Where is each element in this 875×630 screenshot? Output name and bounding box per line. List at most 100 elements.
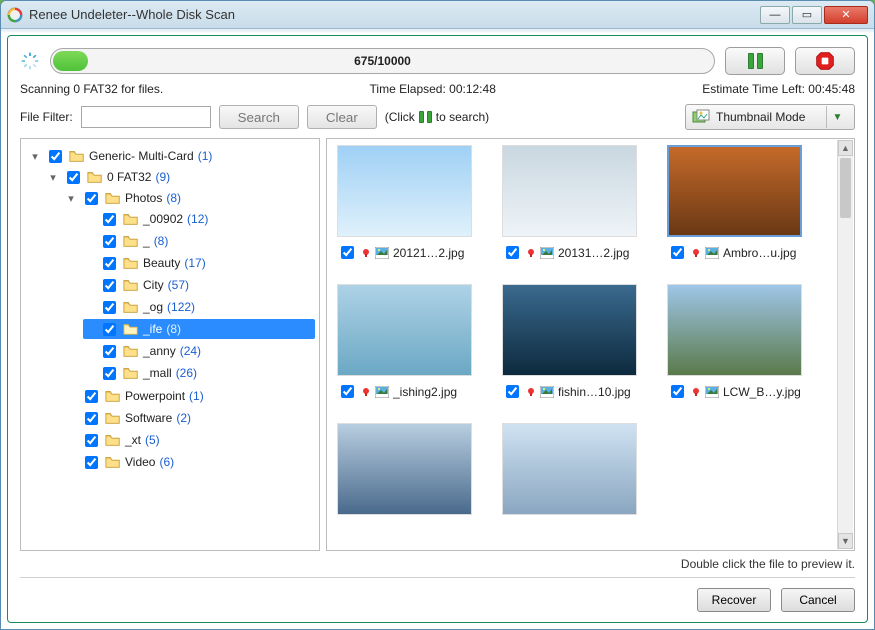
thumbnail-item[interactable]: 20131…2.jpg bbox=[502, 145, 637, 262]
progress-fill bbox=[53, 51, 88, 71]
cancel-button[interactable]: Cancel bbox=[781, 588, 855, 612]
loading-spinner-icon bbox=[20, 51, 40, 71]
scroll-up-icon[interactable]: ▲ bbox=[838, 140, 853, 156]
tree-checkbox[interactable] bbox=[85, 456, 98, 469]
thumb-checkbox[interactable] bbox=[506, 385, 519, 398]
preview-hint: Double click the file to preview it. bbox=[20, 551, 855, 573]
thumbnail-item[interactable]: _ishing2.jpg bbox=[337, 284, 472, 401]
tree-node-child[interactable]: _og (122) bbox=[83, 297, 315, 317]
minimize-button[interactable]: — bbox=[760, 6, 790, 24]
tree-expander-icon[interactable]: ▾ bbox=[29, 150, 41, 163]
tree-checkbox[interactable] bbox=[67, 171, 80, 184]
thumbnail-item[interactable]: LCW_B…y.jpg bbox=[667, 284, 802, 401]
thumbnail-caption: LCW_B…y.jpg bbox=[667, 382, 802, 401]
filter-input[interactable] bbox=[81, 106, 211, 128]
clear-button[interactable]: Clear bbox=[307, 105, 377, 129]
tree-node-photos[interactable]: ▾Photos (8) bbox=[65, 188, 315, 208]
picture-icon bbox=[375, 386, 389, 398]
tree-node-fat[interactable]: ▾0 FAT32 (9) bbox=[47, 167, 315, 187]
thumb-checkbox[interactable] bbox=[341, 246, 354, 259]
picture-icon bbox=[705, 247, 719, 259]
picture-icon bbox=[540, 386, 554, 398]
pin-icon bbox=[361, 248, 371, 258]
picture-icon bbox=[705, 386, 719, 398]
tree-checkbox[interactable] bbox=[103, 301, 116, 314]
tree-expander-icon[interactable]: ▾ bbox=[65, 192, 77, 205]
thumbnail-image bbox=[337, 145, 472, 237]
tree-checkbox[interactable] bbox=[103, 235, 116, 248]
window-controls: — ▭ ✕ bbox=[760, 6, 868, 24]
view-mode-toggle[interactable]: Thumbnail Mode ▼ bbox=[685, 104, 855, 130]
maximize-button[interactable]: ▭ bbox=[792, 6, 822, 24]
thumb-scrollbar[interactable]: ▲ ▼ bbox=[837, 140, 853, 549]
search-hint: (Click to search) bbox=[385, 110, 677, 124]
tree-node-root[interactable]: ▾Generic- Multi-Card (1) bbox=[29, 146, 315, 166]
thumbnail-caption: 20131…2.jpg bbox=[502, 243, 637, 262]
tree-checkbox[interactable] bbox=[103, 367, 116, 380]
thumbnail-item[interactable]: fishin…10.jpg bbox=[502, 284, 637, 401]
progress-text: 675/10000 bbox=[354, 54, 411, 68]
tree-checkbox[interactable] bbox=[103, 279, 116, 292]
thumbnail-item[interactable] bbox=[337, 423, 472, 515]
thumbnail-image bbox=[502, 423, 637, 515]
tree-expander-icon[interactable]: ▾ bbox=[47, 171, 59, 184]
tree-checkbox[interactable] bbox=[103, 323, 116, 336]
thumb-checkbox[interactable] bbox=[506, 246, 519, 259]
filter-row: File Filter: Search Clear (Click to sear… bbox=[20, 104, 855, 130]
thumbnail-caption: 20121…2.jpg bbox=[337, 243, 472, 262]
tree-node-child[interactable]: _00902 (12) bbox=[83, 209, 315, 229]
thumbnail-image bbox=[667, 284, 802, 376]
tree-node-child[interactable]: City (57) bbox=[83, 275, 315, 295]
time-estimate: Estimate Time Left: 00:45:48 bbox=[702, 82, 855, 96]
tree-node-sibling[interactable]: Powerpoint (1) bbox=[65, 386, 315, 406]
recover-button[interactable]: Recover bbox=[697, 588, 771, 612]
thumbnail-filename: 20121…2.jpg bbox=[393, 246, 472, 260]
tree-node-child[interactable]: _anny (24) bbox=[83, 341, 315, 361]
thumbnail-item[interactable]: 20121…2.jpg bbox=[337, 145, 472, 262]
tree-checkbox[interactable] bbox=[103, 345, 116, 358]
thumbnail-item[interactable] bbox=[502, 423, 637, 515]
thumb-checkbox[interactable] bbox=[341, 385, 354, 398]
pin-icon bbox=[691, 248, 701, 258]
tree-checkbox[interactable] bbox=[85, 192, 98, 205]
window-title: Renee Undeleter--Whole Disk Scan bbox=[29, 7, 760, 22]
scroll-handle[interactable] bbox=[840, 158, 851, 218]
thumbnail-icon bbox=[692, 109, 710, 125]
search-button[interactable]: Search bbox=[219, 105, 299, 129]
scroll-down-icon[interactable]: ▼ bbox=[838, 533, 853, 549]
thumbnail-caption: Ambro…u.jpg bbox=[667, 243, 802, 262]
thumbnail-filename: 20131…2.jpg bbox=[558, 246, 637, 260]
thumb-checkbox[interactable] bbox=[671, 246, 684, 259]
tree-node-sibling[interactable]: _xt (5) bbox=[65, 430, 315, 450]
stop-button[interactable] bbox=[795, 47, 855, 75]
pin-icon bbox=[526, 387, 536, 397]
folder-tree[interactable]: ▾Generic- Multi-Card (1)▾0 FAT32 (9)▾Pho… bbox=[25, 145, 315, 475]
progress-bar: 675/10000 bbox=[50, 48, 715, 74]
pause-button[interactable] bbox=[725, 47, 785, 75]
tree-checkbox[interactable] bbox=[103, 213, 116, 226]
view-mode-dropdown-icon: ▼ bbox=[826, 106, 848, 128]
tree-checkbox[interactable] bbox=[85, 390, 98, 403]
pause-icon bbox=[748, 53, 763, 69]
tree-node-child[interactable]: _ife (8) bbox=[83, 319, 315, 339]
tree-node-child[interactable]: Beauty (17) bbox=[83, 253, 315, 273]
thumbnail-caption: fishin…10.jpg bbox=[502, 382, 637, 401]
stop-icon bbox=[815, 51, 835, 71]
titlebar: Renee Undeleter--Whole Disk Scan — ▭ ✕ bbox=[1, 1, 874, 29]
tree-node-sibling[interactable]: Video (6) bbox=[65, 452, 315, 472]
thumbnail-image bbox=[667, 145, 802, 237]
tree-node-child[interactable]: _ (8) bbox=[83, 231, 315, 251]
tree-checkbox[interactable] bbox=[85, 412, 98, 425]
thumbnail-image bbox=[337, 284, 472, 376]
filter-label: File Filter: bbox=[20, 110, 73, 124]
status-row: Scanning 0 FAT32 for files. Time Elapsed… bbox=[20, 82, 855, 96]
tree-node-child[interactable]: _mall (26) bbox=[83, 363, 315, 383]
tree-checkbox[interactable] bbox=[85, 434, 98, 447]
tree-checkbox[interactable] bbox=[49, 150, 62, 163]
tree-node-sibling[interactable]: Software (2) bbox=[65, 408, 315, 428]
tree-checkbox[interactable] bbox=[103, 257, 116, 270]
thumb-checkbox[interactable] bbox=[671, 385, 684, 398]
thumbnail-item[interactable]: Ambro…u.jpg bbox=[667, 145, 802, 262]
thumbnail-grid: 20121…2.jpg 20131…2.jpg Ambro…u.jpg _ish… bbox=[337, 145, 844, 515]
close-button[interactable]: ✕ bbox=[824, 6, 868, 24]
